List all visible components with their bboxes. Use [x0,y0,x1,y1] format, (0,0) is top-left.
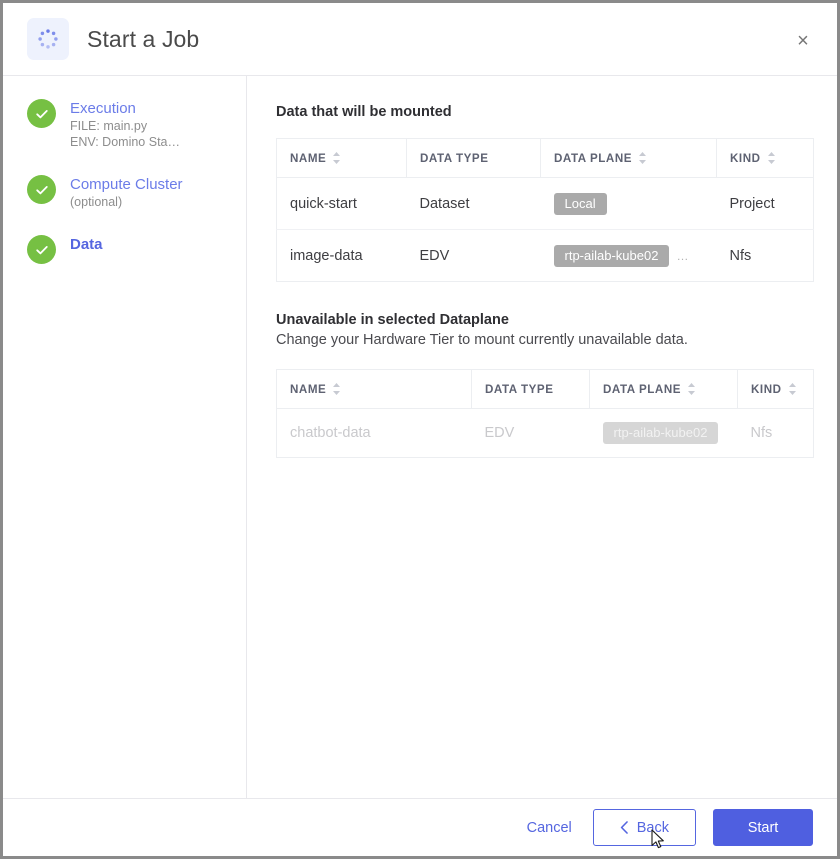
check-circle-icon [27,175,56,204]
table-row[interactable]: image-data EDV rtp-ailab-kube02 … Nfs [277,230,814,282]
column-header-kind[interactable]: KIND [716,138,814,178]
sort-icon[interactable] [332,382,341,396]
data-step-content: Data that will be mounted NAME DATA TYPE… [247,76,837,798]
unavailable-section-title: Unavailable in selected Dataplane [276,312,509,328]
cancel-button[interactable]: Cancel [523,812,576,844]
cell-name: chatbot-data [290,425,371,441]
cell-data-type: EDV [419,247,450,264]
modal-header: Start a Job × [3,3,837,76]
cell-kind: Project [716,177,814,230]
unavailable-section-subtitle: Change your Hardware Tier to mount curre… [276,332,688,348]
start-button[interactable]: Start [713,809,813,846]
check-circle-icon [27,235,56,264]
sidebar-item-compute-cluster[interactable]: Compute Cluster (optional) [3,174,246,210]
start-a-job-modal: Start a Job × Execution FILE: main.py EN… [3,3,837,856]
close-icon[interactable]: × [787,25,819,57]
back-button[interactable]: Back [592,809,696,846]
column-header-data-plane[interactable]: DATA PLANE [589,369,738,409]
app-screenshot: Start a Job × Execution FILE: main.py EN… [0,0,840,859]
cell-kind: Nfs [750,425,773,441]
overflow-ellipsis-icon[interactable]: … [676,249,689,263]
table-header-row: NAME DATA TYPE DATA PLANE KIND [276,138,814,178]
sidebar-item-label: Data [70,236,103,253]
sidebar-item-execution[interactable]: Execution FILE: main.py ENV: Domino Sta… [3,98,246,150]
sidebar-item-data[interactable]: Data [3,234,246,264]
sort-icon[interactable] [687,382,696,396]
sort-icon[interactable] [638,151,647,165]
sort-icon[interactable] [767,151,776,165]
sidebar-item-compute-cluster-text: Compute Cluster (optional) [70,174,183,210]
column-header-data-type[interactable]: DATA TYPE [406,138,541,178]
column-header-label: NAME [290,151,327,165]
unavailable-data-table: NAME DATA TYPE DATA PLANE KIND chatbot-d… [276,369,814,458]
cell-name: quick-start [276,177,407,230]
sidebar-item-sub-optional: (optional) [70,195,123,209]
column-header-label: DATA TYPE [420,151,489,165]
table-row[interactable]: quick-start Dataset Local Project [276,177,814,230]
cell-kind: Nfs [729,247,752,264]
step-sidebar: Execution FILE: main.py ENV: Domino Sta…… [3,76,247,798]
cell-data-plane: Local [540,177,717,230]
column-header-label: KIND [751,382,782,396]
cell-data-plane: rtp-ailab-kube02 … [541,230,717,282]
modal-footer: Cancel Back Start [3,798,837,856]
column-header-label: DATA PLANE [603,382,682,396]
modal-body: Execution FILE: main.py ENV: Domino Sta…… [3,76,837,798]
sort-icon[interactable] [332,151,341,165]
cell-name: image-data [290,247,363,264]
chevron-left-icon [620,821,628,834]
sidebar-item-label: Compute Cluster [70,176,183,193]
page-title: Start a Job [87,25,200,52]
mounted-data-table: NAME DATA TYPE DATA PLANE KIND quick-sta… [276,138,814,282]
table-header-row: NAME DATA TYPE DATA PLANE KIND [276,369,814,409]
sidebar-item-sub-env: ENV: Domino Sta… [70,135,180,149]
sort-icon[interactable] [788,382,797,396]
loading-spinner-icon [27,18,69,60]
column-header-label: DATA TYPE [485,382,554,396]
sidebar-item-data-text: Data [70,234,103,254]
column-header-label: NAME [290,382,327,396]
cell-data-type: EDV [484,425,515,441]
sidebar-item-sub-file: FILE: main.py [70,119,148,133]
table-row: chatbot-data EDV rtp-ailab-kube02 Nfs [277,409,814,458]
cell-data-type: Dataset [406,177,541,230]
column-header-kind[interactable]: KIND [737,369,814,409]
back-button-label: Back [636,819,669,836]
column-header-label: DATA PLANE [554,151,633,165]
column-header-name[interactable]: NAME [276,369,472,409]
sidebar-item-execution-text: Execution FILE: main.py ENV: Domino Sta… [70,98,180,150]
column-header-data-plane[interactable]: DATA PLANE [540,138,717,178]
data-plane-badge: Local [553,192,607,215]
data-plane-badge: rtp-ailab-kube02 [602,422,719,444]
data-plane-badge: rtp-ailab-kube02 [553,244,670,267]
cell-data-plane: rtp-ailab-kube02 [590,409,738,458]
column-header-name[interactable]: NAME [276,138,407,178]
column-header-data-type[interactable]: DATA TYPE [471,369,590,409]
mounted-section-title: Data that will be mounted [276,104,452,120]
column-header-label: KIND [730,151,761,165]
sidebar-item-label: Execution [70,100,136,117]
check-circle-icon [27,99,56,128]
